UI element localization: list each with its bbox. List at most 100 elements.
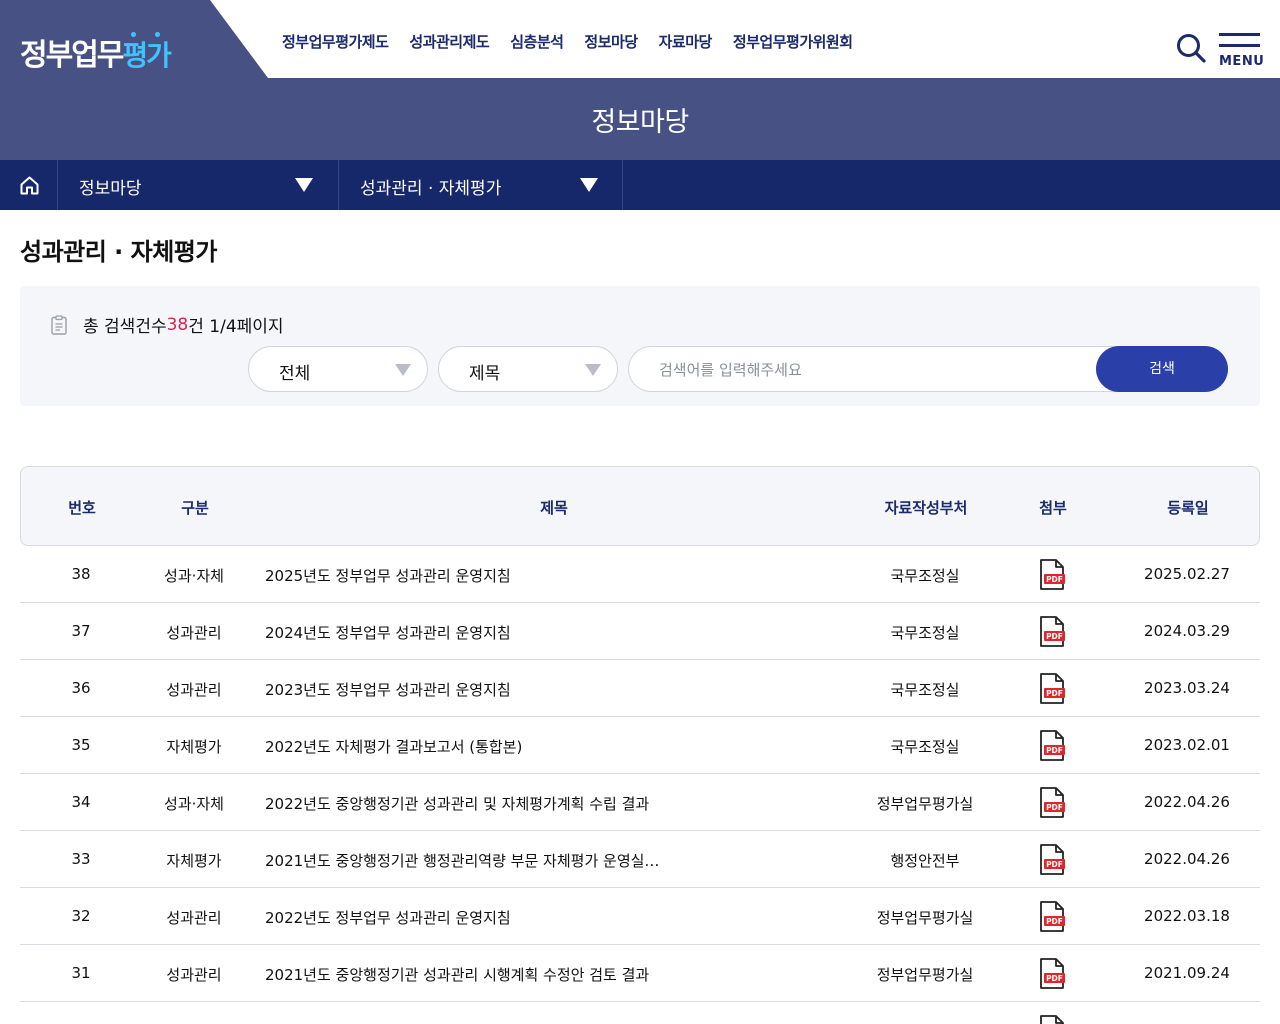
table-row[interactable]: 37 성과관리 2024년도 정부업무 성과관리 운영지침 국무조정실 2024.03.… bbox=[20, 603, 1260, 660]
pdf-file-icon[interactable]: PDF bbox=[1039, 673, 1065, 704]
row-title-link[interactable]: 2022년도 정부업무 성과관리 운영지침 bbox=[265, 907, 665, 928]
row-department: 정부업무평가실 bbox=[876, 795, 974, 813]
gnb-item-evaluation-system[interactable]: 정부업무평가제도 bbox=[282, 31, 389, 52]
sub-visual-banner: 정보마당 bbox=[0, 78, 1280, 160]
column-header-attachment: 첨부 bbox=[1039, 499, 1067, 517]
row-date: 2022.04.26 bbox=[1144, 793, 1230, 811]
top-header: 정부업무평가 정부업무평가제도 성과관리제도 심층분석 정보마당 자료마당 정부… bbox=[0, 0, 1280, 78]
field-select-value: 제목 bbox=[469, 364, 501, 384]
table-header: 번호 구분 제목 자료작성부처 첨부 등록일 bbox=[20, 466, 1260, 546]
row-date: 2023.03.24 bbox=[1144, 679, 1230, 697]
table-row[interactable]: 33 자체평가 2021년도 중앙행정기관 행정관리역량 부문 자체평가 운영실… 행… bbox=[20, 831, 1260, 888]
row-department: 국무조정실 bbox=[890, 738, 960, 756]
menu-label: MENU bbox=[1219, 54, 1265, 69]
svg-text:PDF: PDF bbox=[1046, 917, 1063, 926]
row-department: 정부업무평가실 bbox=[876, 909, 974, 927]
row-category: 성과관리 bbox=[166, 909, 222, 927]
row-category: 자체평가 bbox=[166, 852, 222, 870]
triangle-down-icon bbox=[580, 178, 598, 192]
svg-text:PDF: PDF bbox=[1046, 575, 1063, 584]
row-date: 2025.02.27 bbox=[1144, 565, 1230, 583]
table-row[interactable]: PDF bbox=[20, 1002, 1260, 1024]
search-button[interactable]: 검색 bbox=[1096, 346, 1228, 392]
search-input-wrapper bbox=[628, 346, 1128, 392]
row-number: 32 bbox=[71, 907, 91, 925]
logo-text-main: 정부업무 bbox=[20, 38, 124, 73]
row-date: 2024.03.29 bbox=[1144, 622, 1230, 640]
chevron-down-icon bbox=[585, 364, 601, 376]
gnb-item-performance-system[interactable]: 성과관리제도 bbox=[409, 31, 489, 52]
table-row[interactable]: 34 성과·자체 2022년도 중앙행정기관 성과관리 및 자체평가계획 수립 결과… bbox=[20, 774, 1260, 831]
pdf-file-icon[interactable]: PDF bbox=[1039, 901, 1065, 932]
row-number: 33 bbox=[71, 850, 91, 868]
location-depth1-dropdown[interactable]: 정보마당 bbox=[58, 160, 339, 210]
pdf-file-icon[interactable]: PDF bbox=[1039, 958, 1065, 989]
search-icon[interactable] bbox=[1176, 33, 1206, 63]
row-title-link[interactable]: 2021년도 중앙행정기관 성과관리 시행계획 수정안 검토 결과 bbox=[265, 964, 665, 985]
pdf-file-icon[interactable]: PDF bbox=[1039, 616, 1065, 647]
row-department: 정부업무평가실 bbox=[876, 966, 974, 984]
chevron-down-icon bbox=[395, 364, 411, 376]
field-select[interactable]: 제목 bbox=[438, 346, 618, 392]
row-date: 2021.09.24 bbox=[1144, 964, 1230, 982]
row-date: 2022.04.26 bbox=[1144, 850, 1230, 868]
row-category: 성과관리 bbox=[166, 966, 222, 984]
row-title-link[interactable]: 2022년도 중앙행정기관 성과관리 및 자체평가계획 수립 결과 bbox=[265, 793, 665, 814]
gnb-item-resources[interactable]: 자료마당 bbox=[659, 31, 713, 52]
search-count: 총 검색건수 38 건 1/4페이지 bbox=[51, 312, 284, 337]
svg-text:PDF: PDF bbox=[1046, 689, 1063, 698]
category-select[interactable]: 전체 bbox=[248, 346, 428, 392]
svg-text:PDF: PDF bbox=[1046, 860, 1063, 869]
row-category: 성과·자체 bbox=[164, 567, 224, 585]
gnb-item-in-depth-analysis[interactable]: 심층분석 bbox=[510, 31, 564, 52]
location-depth1-label: 정보마당 bbox=[79, 179, 142, 199]
row-category: 성과·자체 bbox=[164, 795, 224, 813]
table-row[interactable]: 35 자체평가 2022년도 자체평가 결과보고서 (통합본) 국무조정실 2023.0… bbox=[20, 717, 1260, 774]
table-row[interactable]: 38 성과·자체 2025년도 정부업무 성과관리 운영지침 국무조정실 2025.02… bbox=[20, 546, 1260, 603]
global-nav: 정부업무평가제도 성과관리제도 심층분석 정보마당 자료마당 정부업무평가위원회 bbox=[282, 31, 853, 52]
search-count-suffix: 건 1/4페이지 bbox=[188, 317, 284, 337]
pdf-file-icon[interactable]: PDF bbox=[1039, 844, 1065, 875]
home-button[interactable] bbox=[0, 160, 58, 210]
column-header-title: 제목 bbox=[540, 499, 568, 517]
row-date: 2022.03.18 bbox=[1144, 907, 1230, 925]
row-number: 34 bbox=[71, 793, 91, 811]
row-number: 37 bbox=[71, 622, 91, 640]
gnb-item-committee[interactable]: 정부업무평가위원회 bbox=[733, 31, 853, 52]
row-number: 31 bbox=[71, 964, 91, 982]
row-title-link[interactable]: 2025년도 정부업무 성과관리 운영지침 bbox=[265, 565, 665, 586]
home-icon bbox=[20, 176, 39, 195]
table-row[interactable]: 32 성과관리 2022년도 정부업무 성과관리 운영지침 정부업무평가실 2022.0… bbox=[20, 888, 1260, 945]
pdf-file-icon[interactable]: PDF bbox=[1039, 730, 1065, 761]
logo-dot bbox=[155, 32, 160, 37]
gnb-item-info[interactable]: 정보마당 bbox=[584, 31, 638, 52]
row-title-link[interactable]: 2024년도 정부업무 성과관리 운영지침 bbox=[265, 622, 665, 643]
row-date: 2023.02.01 bbox=[1144, 736, 1230, 754]
table-row[interactable]: 31 성과관리 2021년도 중앙행정기관 성과관리 시행계획 수정안 검토 결과 정… bbox=[20, 945, 1260, 1002]
row-number: 36 bbox=[71, 679, 91, 697]
row-title-link[interactable]: 2021년도 중앙행정기관 행정관리역량 부문 자체평가 운영실… bbox=[265, 850, 665, 871]
menu-button[interactable]: MENU bbox=[1219, 33, 1265, 71]
location-depth2-dropdown[interactable]: 성과관리 · 자체평가 bbox=[339, 160, 623, 210]
row-category: 자체평가 bbox=[166, 738, 222, 756]
row-number: 35 bbox=[71, 736, 91, 754]
search-count-value: 38 bbox=[166, 314, 189, 335]
row-title-link[interactable]: 2023년도 정부업무 성과관리 운영지침 bbox=[265, 679, 665, 700]
pdf-file-icon[interactable]: PDF bbox=[1039, 787, 1065, 818]
search-input[interactable] bbox=[659, 358, 1099, 382]
location-bar: 정보마당 성과관리 · 자체평가 bbox=[0, 160, 1280, 210]
clipboard-icon bbox=[51, 314, 67, 335]
pdf-file-icon[interactable]: PDF bbox=[1039, 559, 1065, 590]
pdf-file-icon[interactable]: PDF bbox=[1039, 1015, 1065, 1024]
category-select-value: 전체 bbox=[279, 364, 311, 384]
page-title: 성과관리 · 자체평가 bbox=[20, 238, 217, 266]
svg-text:PDF: PDF bbox=[1046, 803, 1063, 812]
site-logo[interactable]: 정부업무평가 bbox=[20, 30, 172, 74]
row-title-link[interactable]: 2022년도 자체평가 결과보고서 (통합본) bbox=[265, 736, 665, 757]
svg-text:PDF: PDF bbox=[1046, 746, 1063, 755]
row-department: 행정안전부 bbox=[890, 852, 960, 870]
table-row[interactable]: 36 성과관리 2023년도 정부업무 성과관리 운영지침 국무조정실 2023.03.… bbox=[20, 660, 1260, 717]
svg-text:PDF: PDF bbox=[1046, 632, 1063, 641]
triangle-down-icon bbox=[295, 178, 313, 192]
search-count-prefix: 총 검색건수 bbox=[83, 317, 167, 337]
